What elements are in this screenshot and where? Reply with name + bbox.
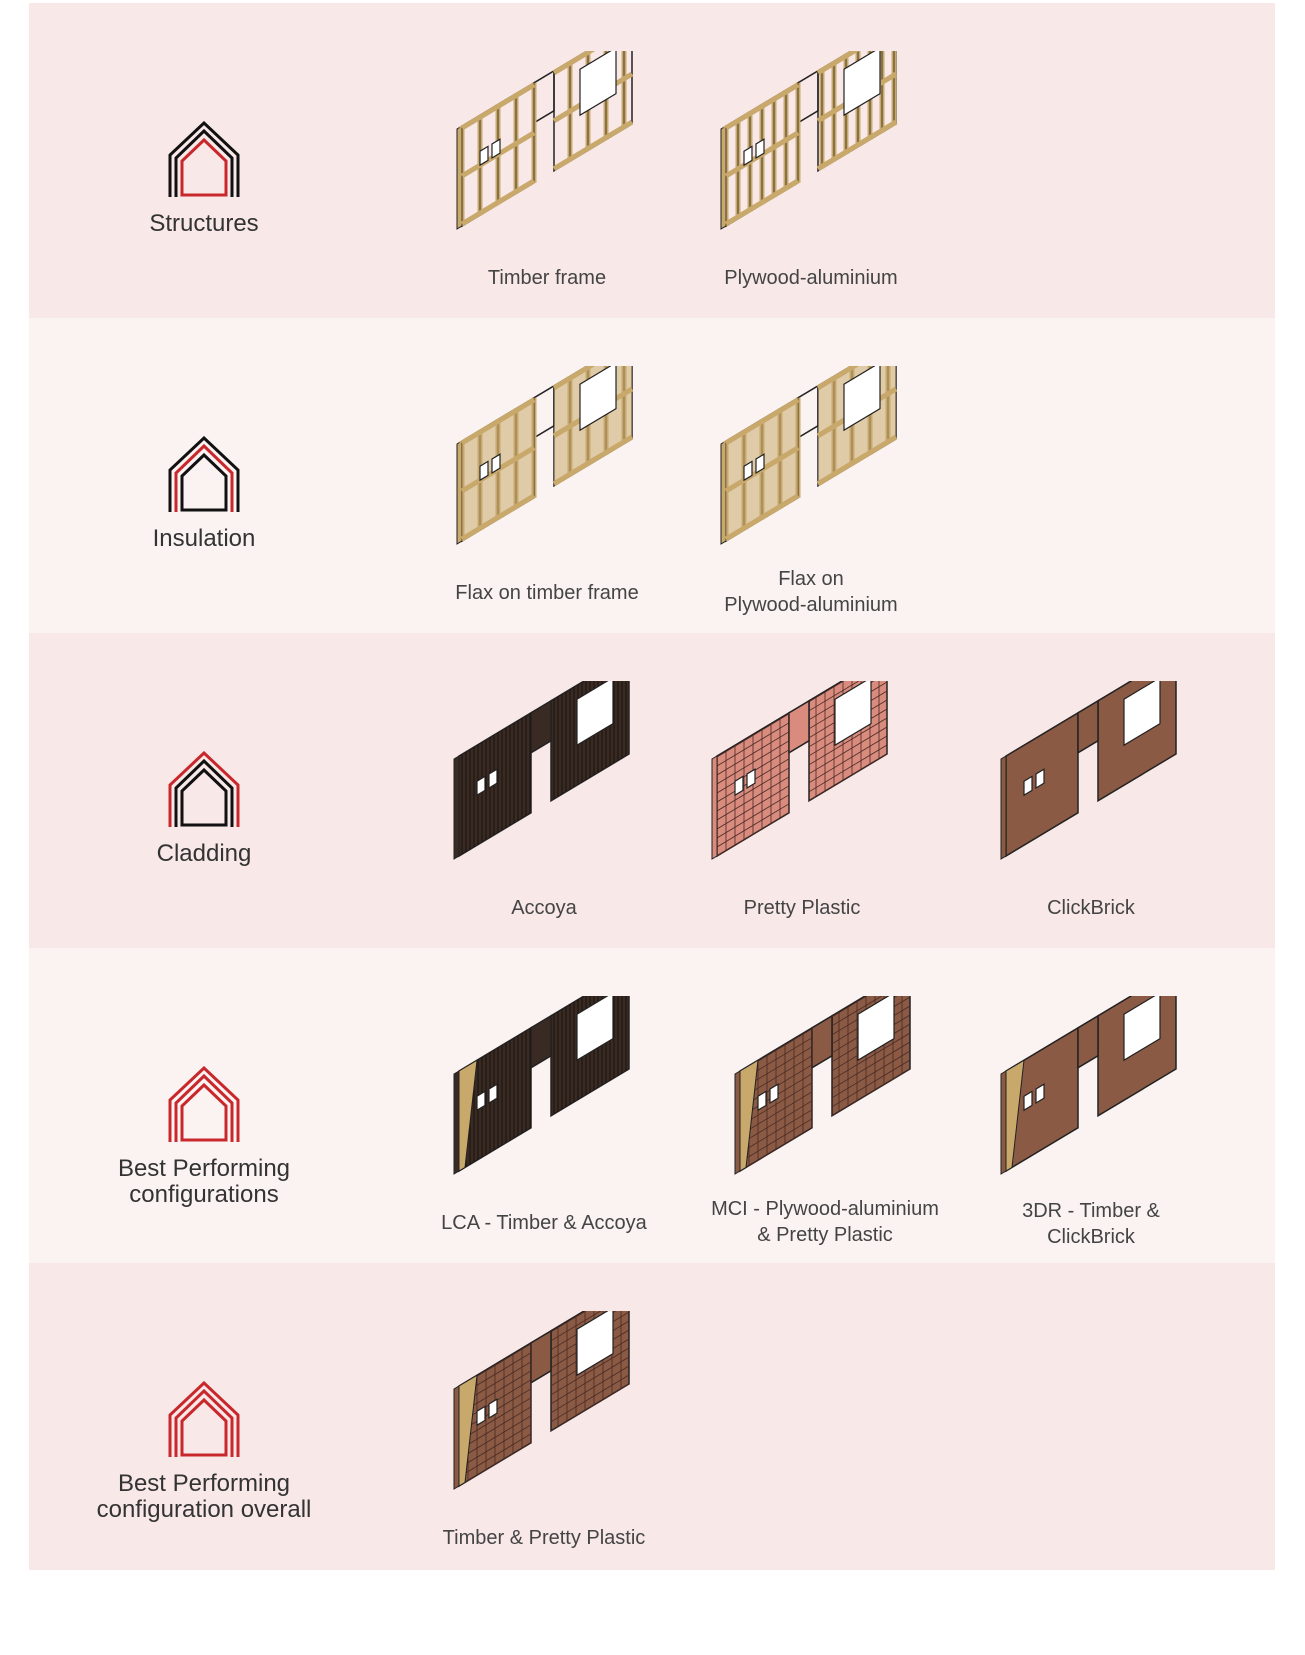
wall-panel-mci-image xyxy=(734,996,911,1175)
item-3dr-timber-clickbrick: 3DR - Timber & ClickBrick xyxy=(961,996,1221,1250)
wall-panel-flax-plywood-image xyxy=(720,366,898,545)
item-flax-timber: Flax on timber frame xyxy=(417,366,677,606)
row-cladding: Cladding Accoya Pretty Plastic ClickBric… xyxy=(29,633,1275,948)
diagram: Structures Timber frame Plywood-aluminiu… xyxy=(29,3,1275,1570)
wall-panel-flax-timber-image xyxy=(456,366,634,545)
item-timber-pretty-plastic: Timber & Pretty Plastic xyxy=(414,1311,674,1551)
item-caption: Timber & Pretty Plastic xyxy=(442,1527,646,1549)
item-accoya: Accoya xyxy=(414,681,674,921)
category-label: Structures xyxy=(149,210,259,237)
item-caption: ClickBrick xyxy=(1047,897,1135,919)
category-insulation: Insulation xyxy=(89,436,319,552)
item-caption: 3DR - Timber & ClickBrick xyxy=(1022,1200,1160,1248)
item-plywood-aluminium: Plywood-aluminium xyxy=(681,51,941,291)
house-outline-icon xyxy=(168,436,240,512)
item-mci-plywood-plastic: MCI - Plywood-aluminium & Pretty Plastic xyxy=(695,996,955,1248)
category-label: Insulation xyxy=(152,525,256,552)
wall-panel-accoya-image xyxy=(453,681,630,860)
item-caption: Accoya xyxy=(511,897,577,919)
item-clickbrick: ClickBrick xyxy=(961,681,1221,921)
item-caption: LCA - Timber & Accoya xyxy=(441,1212,647,1234)
row-structures: Structures Timber frame Plywood-aluminiu… xyxy=(29,3,1275,318)
category-label: Best Performing configurations xyxy=(117,1155,291,1208)
item-caption: Plywood-aluminium xyxy=(724,267,898,289)
wall-panel-overall-image xyxy=(453,1311,630,1490)
item-lca-timber-accoya: LCA - Timber & Accoya xyxy=(414,996,674,1236)
category-best-overall: Best Performing configuration overall xyxy=(89,1381,319,1523)
item-caption: Pretty Plastic xyxy=(743,897,861,919)
wall-panel-timber-frame-image xyxy=(456,51,634,230)
category-label: Best Performing configuration overall xyxy=(96,1470,312,1523)
wall-panel-clickbrick-image xyxy=(1000,681,1177,860)
item-pretty-plastic: Pretty Plastic xyxy=(672,681,932,921)
house-outline-icon xyxy=(168,751,240,827)
wall-panel-lca-image xyxy=(453,996,630,1175)
category-structures: Structures xyxy=(89,121,319,237)
row-insulation: Insulation Flax on timber frame Flax on … xyxy=(29,318,1275,633)
wall-panel-plywood-aluminium-image xyxy=(720,51,898,230)
house-outline-icon xyxy=(168,121,240,197)
item-caption: Flax on timber frame xyxy=(455,582,639,604)
house-outline-icon xyxy=(168,1066,240,1142)
row-best-overall: Best Performing configuration overall Ti… xyxy=(29,1263,1275,1570)
row-best-configurations: Best Performing configurations LCA - Tim… xyxy=(29,948,1275,1263)
item-flax-plywood: Flax on Plywood-aluminium xyxy=(681,366,941,618)
wall-panel-3dr-image xyxy=(1000,996,1177,1175)
house-outline-icon xyxy=(168,1381,240,1457)
category-best-configurations: Best Performing configurations xyxy=(89,1066,319,1208)
item-caption: Timber frame xyxy=(487,267,607,289)
category-label: Cladding xyxy=(156,840,252,867)
item-timber-frame: Timber frame xyxy=(417,51,677,291)
wall-panel-pretty-plastic-image xyxy=(711,681,888,860)
item-caption: MCI - Plywood-aluminium & Pretty Plastic xyxy=(711,1198,939,1246)
item-caption: Flax on Plywood-aluminium xyxy=(724,568,898,616)
category-cladding: Cladding xyxy=(89,751,319,867)
